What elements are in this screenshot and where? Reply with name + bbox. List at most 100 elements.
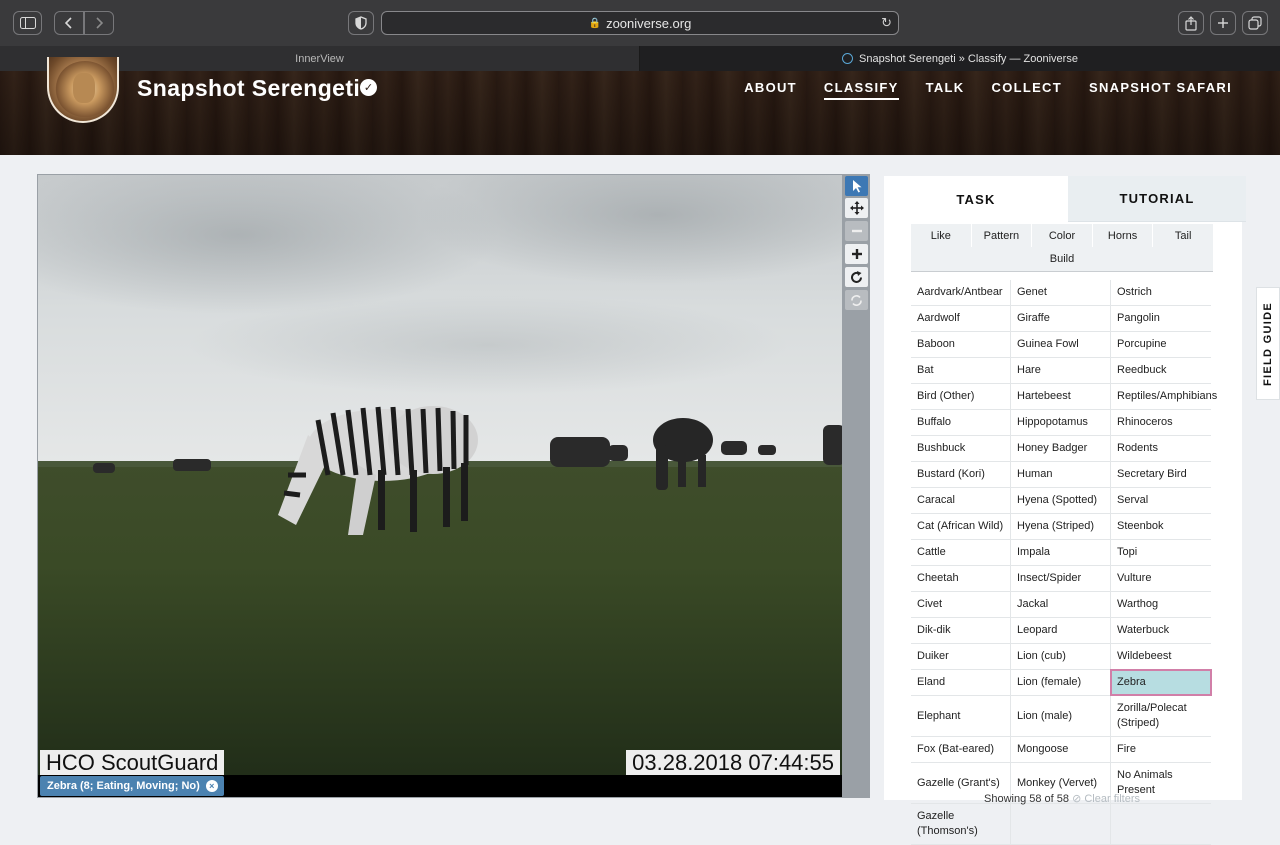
nav-snapshot-safari[interactable]: SNAPSHOT SAFARI <box>1089 80 1232 100</box>
species-option[interactable]: Aardwolf <box>911 306 1011 331</box>
species-option[interactable]: Lion (male) <box>1011 696 1111 736</box>
remove-selection-icon[interactable]: × <box>205 780 218 792</box>
nav-collect[interactable]: COLLECT <box>992 80 1062 100</box>
species-option[interactable]: Ostrich <box>1111 280 1211 305</box>
species-option[interactable]: Aardvark/Antbear <box>911 280 1011 305</box>
species-option[interactable]: Hare <box>1011 358 1111 383</box>
filter-build[interactable]: Build <box>911 247 1213 270</box>
species-option[interactable]: Waterbuck <box>1111 618 1211 643</box>
clear-filters-link[interactable]: ⊘ Clear filters <box>1072 793 1140 805</box>
species-option[interactable]: Hyena (Spotted) <box>1011 488 1111 513</box>
species-option[interactable]: Human <box>1011 462 1111 487</box>
species-option[interactable]: Serval <box>1111 488 1211 513</box>
species-option[interactable]: Wildebeest <box>1111 644 1211 669</box>
species-row: Caracal Hyena (Spotted) Serval <box>911 488 1211 514</box>
shield-icon <box>355 16 367 30</box>
species-option[interactable]: Topi <box>1111 540 1211 565</box>
filter-horns[interactable]: Horns <box>1093 224 1154 247</box>
forward-button[interactable] <box>84 11 114 35</box>
selection-chip[interactable]: Zebra (8; Eating, Moving; No) × <box>40 776 224 796</box>
cursor-icon <box>852 180 861 193</box>
filter-color[interactable]: Color <box>1032 224 1093 247</box>
reload-icon[interactable]: ↻ <box>881 15 892 31</box>
zoom-out-button[interactable] <box>845 221 868 241</box>
species-option[interactable]: Reedbuck <box>1111 358 1211 383</box>
species-option[interactable]: Honey Badger <box>1011 436 1111 461</box>
species-option[interactable]: Secretary Bird <box>1111 462 1211 487</box>
species-option[interactable]: Hartebeest <box>1011 384 1111 409</box>
species-option[interactable]: Cheetah <box>911 566 1011 591</box>
tab-bar: InnerView Snapshot Serengeti » Classify … <box>0 46 1280 71</box>
pointer-tool-button[interactable] <box>845 176 868 196</box>
zoom-in-button[interactable] <box>845 244 868 264</box>
species-option[interactable]: Rodents <box>1111 436 1211 461</box>
tab-zooniverse[interactable]: Snapshot Serengeti » Classify — Zooniver… <box>640 46 1280 71</box>
species-option[interactable]: Bustard (Kori) <box>911 462 1011 487</box>
species-option[interactable]: Fire <box>1111 737 1211 762</box>
back-button[interactable] <box>54 11 84 35</box>
pan-tool-button[interactable] <box>845 198 868 218</box>
species-option[interactable]: Elephant <box>911 696 1011 736</box>
species-option[interactable]: Hyena (Striped) <box>1011 514 1111 539</box>
species-option[interactable]: Hippopotamus <box>1011 410 1111 435</box>
species-option[interactable]: Jackal <box>1011 592 1111 617</box>
sidebar-toggle-button[interactable] <box>13 11 42 35</box>
subject-image-viewer[interactable]: HCO ScoutGuard 03.28.2018 07:44:55 Zebra… <box>37 174 843 798</box>
species-option[interactable]: Cattle <box>911 540 1011 565</box>
project-title[interactable]: Snapshot Serengeti <box>137 75 360 102</box>
species-option[interactable]: Zorilla/Polecat (Striped) <box>1111 696 1211 736</box>
species-row: Duiker Lion (cub) Wildebeest <box>911 644 1211 670</box>
species-option[interactable]: Giraffe <box>1011 306 1111 331</box>
nav-about[interactable]: ABOUT <box>744 80 797 100</box>
species-option[interactable]: Bushbuck <box>911 436 1011 461</box>
species-option[interactable]: Vulture <box>1111 566 1211 591</box>
species-option[interactable]: Impala <box>1011 540 1111 565</box>
species-option[interactable]: Duiker <box>911 644 1011 669</box>
species-option[interactable]: Caracal <box>911 488 1011 513</box>
species-option[interactable]: Steenbok <box>1111 514 1211 539</box>
species-option[interactable]: Cat (African Wild) <box>911 514 1011 539</box>
nav-classify[interactable]: CLASSIFY <box>823 80 899 100</box>
species-option[interactable]: Pangolin <box>1111 306 1211 331</box>
species-option[interactable]: Bird (Other) <box>911 384 1011 409</box>
species-option[interactable]: Guinea Fowl <box>1011 332 1111 357</box>
species-option[interactable]: Bat <box>911 358 1011 383</box>
species-option[interactable]: Leopard <box>1011 618 1111 643</box>
field-guide-tab[interactable]: FIELD GUIDE <box>1256 287 1280 400</box>
species-option[interactable]: Insect/Spider <box>1011 566 1111 591</box>
tab-task[interactable]: TASK <box>884 176 1068 222</box>
filter-pattern[interactable]: Pattern <box>972 224 1033 247</box>
species-option[interactable]: Warthog <box>1111 592 1211 617</box>
tab-overview-button[interactable] <box>1242 11 1268 35</box>
species-option[interactable]: Rhinoceros <box>1111 410 1211 435</box>
tab-tutorial[interactable]: TUTORIAL <box>1068 176 1246 222</box>
nav-talk[interactable]: TALK <box>926 80 965 100</box>
species-option[interactable]: Lion (cub) <box>1011 644 1111 669</box>
reset-view-button[interactable] <box>845 290 868 310</box>
project-avatar[interactable] <box>47 57 119 123</box>
species-option[interactable]: Zebra <box>1110 669 1212 696</box>
species-option[interactable]: Buffalo <box>911 410 1011 435</box>
species-row: Buffalo Hippopotamus Rhinoceros <box>911 410 1211 436</box>
species-option[interactable]: Dik-dik <box>911 618 1011 643</box>
rotate-button[interactable] <box>845 267 868 287</box>
species-row: Bat Hare Reedbuck <box>911 358 1211 384</box>
share-button[interactable] <box>1178 11 1204 35</box>
species-option[interactable]: Porcupine <box>1111 332 1211 357</box>
filter-tail[interactable]: Tail <box>1153 224 1213 247</box>
species-option[interactable]: Fox (Bat-eared) <box>911 737 1011 762</box>
address-bar[interactable]: 🔒 zooniverse.org ↻ <box>381 11 899 35</box>
species-option[interactable]: Mongoose <box>1011 737 1111 762</box>
species-option[interactable]: Civet <box>911 592 1011 617</box>
species-option[interactable]: Lion (female) <box>1011 670 1111 695</box>
verified-badge-icon: ✓ <box>360 79 377 96</box>
new-tab-button[interactable] <box>1210 11 1236 35</box>
privacy-shield-button[interactable] <box>348 11 374 35</box>
species-option[interactable]: Eland <box>911 670 1011 695</box>
species-option[interactable]: Reptiles/Amphibians <box>1111 384 1217 409</box>
species-option[interactable]: Genet <box>1011 280 1111 305</box>
species-option[interactable]: Baboon <box>911 332 1011 357</box>
species-row: Gazelle (Thomson's) <box>911 804 1211 845</box>
filter-like[interactable]: Like <box>911 224 972 247</box>
species-option[interactable]: Gazelle (Thomson's) <box>911 804 1011 844</box>
